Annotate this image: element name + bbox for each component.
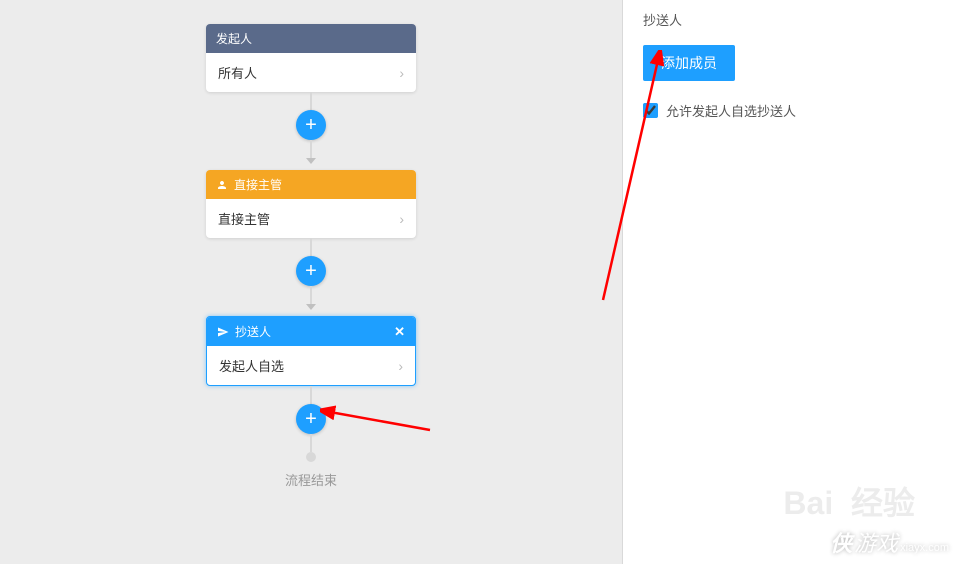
connector [310, 92, 312, 110]
add-node-button[interactable]: + [296, 110, 326, 140]
node-approver-body[interactable]: 直接主管 › [206, 199, 416, 238]
node-approver-value: 直接主管 [218, 209, 270, 228]
node-cc-title: 抄送人 [235, 323, 388, 340]
flow-end-label: 流程结束 [285, 470, 337, 489]
node-cc-body[interactable]: 发起人自选 › [207, 346, 415, 385]
connector [310, 140, 312, 158]
arrow-down-icon [306, 158, 316, 164]
node-initiator-value: 所有人 [218, 63, 257, 82]
arrow-down-icon [306, 304, 316, 310]
node-cc-head: 抄送人 ✕ [207, 317, 415, 346]
node-initiator-title: 发起人 [216, 30, 406, 47]
node-approver-title: 直接主管 [234, 176, 406, 193]
panel-title: 抄送人 [643, 10, 935, 29]
end-dot [306, 452, 316, 462]
baidu-watermark: Bai 经验 [783, 478, 915, 524]
chevron-right-icon: › [398, 358, 403, 374]
allow-self-select-label: 允许发起人自选抄送人 [666, 101, 796, 120]
node-initiator-body[interactable]: 所有人 › [206, 53, 416, 92]
allow-self-select-checkbox[interactable] [643, 103, 658, 118]
connector [310, 238, 312, 256]
close-icon[interactable]: ✕ [394, 324, 405, 340]
connector [310, 386, 312, 404]
node-initiator[interactable]: 发起人 所有人 › [206, 24, 416, 92]
node-cc-value: 发起人自选 [219, 356, 284, 375]
node-approver-head: 直接主管 [206, 170, 416, 199]
node-initiator-head: 发起人 [206, 24, 416, 53]
config-panel: 抄送人 添加成员 允许发起人自选抄送人 Bai 经验 侠 游戏 xiayx.co… [622, 0, 955, 564]
chevron-right-icon: › [399, 65, 404, 81]
node-approver[interactable]: 直接主管 直接主管 › [206, 170, 416, 238]
workflow-canvas: 发起人 所有人 › + 直接主管 直接主管 › [0, 0, 622, 564]
person-icon [216, 179, 228, 191]
add-member-button[interactable]: 添加成员 [643, 45, 735, 81]
connector [310, 286, 312, 304]
send-icon [217, 326, 229, 338]
site-watermark: 侠 游戏 xiayx.com [830, 526, 949, 558]
add-node-button[interactable]: + [296, 256, 326, 286]
node-cc[interactable]: 抄送人 ✕ 发起人自选 › [206, 316, 416, 386]
connector [310, 434, 312, 452]
add-node-button[interactable]: + [296, 404, 326, 434]
chevron-right-icon: › [399, 211, 404, 227]
